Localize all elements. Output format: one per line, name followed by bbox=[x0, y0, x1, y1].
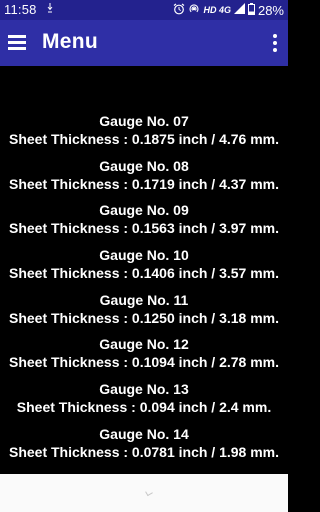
alarm-icon bbox=[173, 3, 185, 18]
sheet-thickness: Sheet Thickness : 0.1094 inch / 2.78 mm. bbox=[8, 354, 279, 371]
gauge-number: Gauge No. 14 bbox=[99, 425, 189, 442]
signal-icon bbox=[233, 3, 245, 17]
network-type: HD 4G bbox=[203, 5, 231, 15]
gauge-number: Gauge No. 09 bbox=[99, 202, 189, 219]
status-icons: HD 4G 28% bbox=[173, 2, 284, 18]
more-vertical-icon[interactable] bbox=[272, 33, 278, 53]
bottom-area bbox=[0, 474, 288, 512]
sheet-thickness: Sheet Thickness : 0.1719 inch / 4.37 mm. bbox=[8, 175, 279, 192]
gauge-number: Gauge No. 08 bbox=[99, 157, 189, 174]
status-time: 11:58 bbox=[4, 2, 37, 17]
list-item: Gauge No. 12 Sheet Thickness : 0.1094 inc… bbox=[0, 335, 288, 380]
gauge-content[interactable]: Gauge No. 07 Sheet Thickness : 0.1875 inc… bbox=[0, 66, 288, 476]
battery-level: 28% bbox=[257, 2, 284, 18]
page-title: Menu bbox=[42, 30, 99, 53]
gauge-number: Gauge No. 10 bbox=[99, 247, 189, 264]
sheet-thickness: Sheet Thickness : 0.094 inch / 2.4 mm. bbox=[16, 399, 272, 416]
list-item: Gauge No. 14 Sheet Thickness : 0.0781 inc… bbox=[0, 425, 288, 470]
list-item: Gauge No. 10 Sheet Thickness : 0.1406 inc… bbox=[0, 246, 288, 291]
download-icon bbox=[47, 2, 53, 14]
sheet-thickness: Sheet Thickness : 0.1250 inch / 3.18 mm. bbox=[8, 309, 279, 326]
gauge-number: Gauge No. 12 bbox=[99, 336, 189, 353]
gauge-list: Gauge No. 07 Sheet Thickness : 0.1875 inc… bbox=[0, 112, 288, 470]
gauge-number: Gauge No. 07 bbox=[99, 113, 189, 129]
list-item: Gauge No. 07 Sheet Thickness : 0.1875 inc… bbox=[0, 112, 288, 157]
sheet-thickness: Sheet Thickness : 0.1406 inch / 3.57 mm. bbox=[8, 265, 279, 282]
battery-icon bbox=[247, 2, 255, 18]
sheet-thickness: Sheet Thickness : 0.0781 inch / 1.98 mm. bbox=[8, 443, 279, 460]
app-screen: 11:58 HD 4G 28% Menu Gauge No. 07 Sheet … bbox=[0, 0, 288, 512]
list-item: Gauge No. 11 Sheet Thickness : 0.1250 inc… bbox=[0, 291, 288, 336]
gauge-number: Gauge No. 11 bbox=[99, 291, 189, 308]
status-bar: 11:58 HD 4G 28% bbox=[0, 0, 288, 20]
chevron-icon bbox=[145, 488, 153, 497]
hotspot-icon bbox=[188, 3, 200, 18]
gauge-number: Gauge No. 13 bbox=[99, 381, 189, 398]
sheet-thickness: Sheet Thickness : 0.1563 inch / 3.97 mm. bbox=[8, 220, 279, 237]
hamburger-menu-icon[interactable] bbox=[8, 34, 28, 50]
sheet-thickness: Sheet Thickness : 0.1875 inch / 4.76 mm. bbox=[8, 131, 279, 147]
app-toolbar: Menu bbox=[0, 20, 288, 66]
list-item: Gauge No. 08 Sheet Thickness : 0.1719 inc… bbox=[0, 157, 288, 202]
list-item: Gauge No. 13 Sheet Thickness : 0.094 inch… bbox=[0, 380, 288, 425]
list-item: Gauge No. 09 Sheet Thickness : 0.1563 inc… bbox=[0, 201, 288, 246]
